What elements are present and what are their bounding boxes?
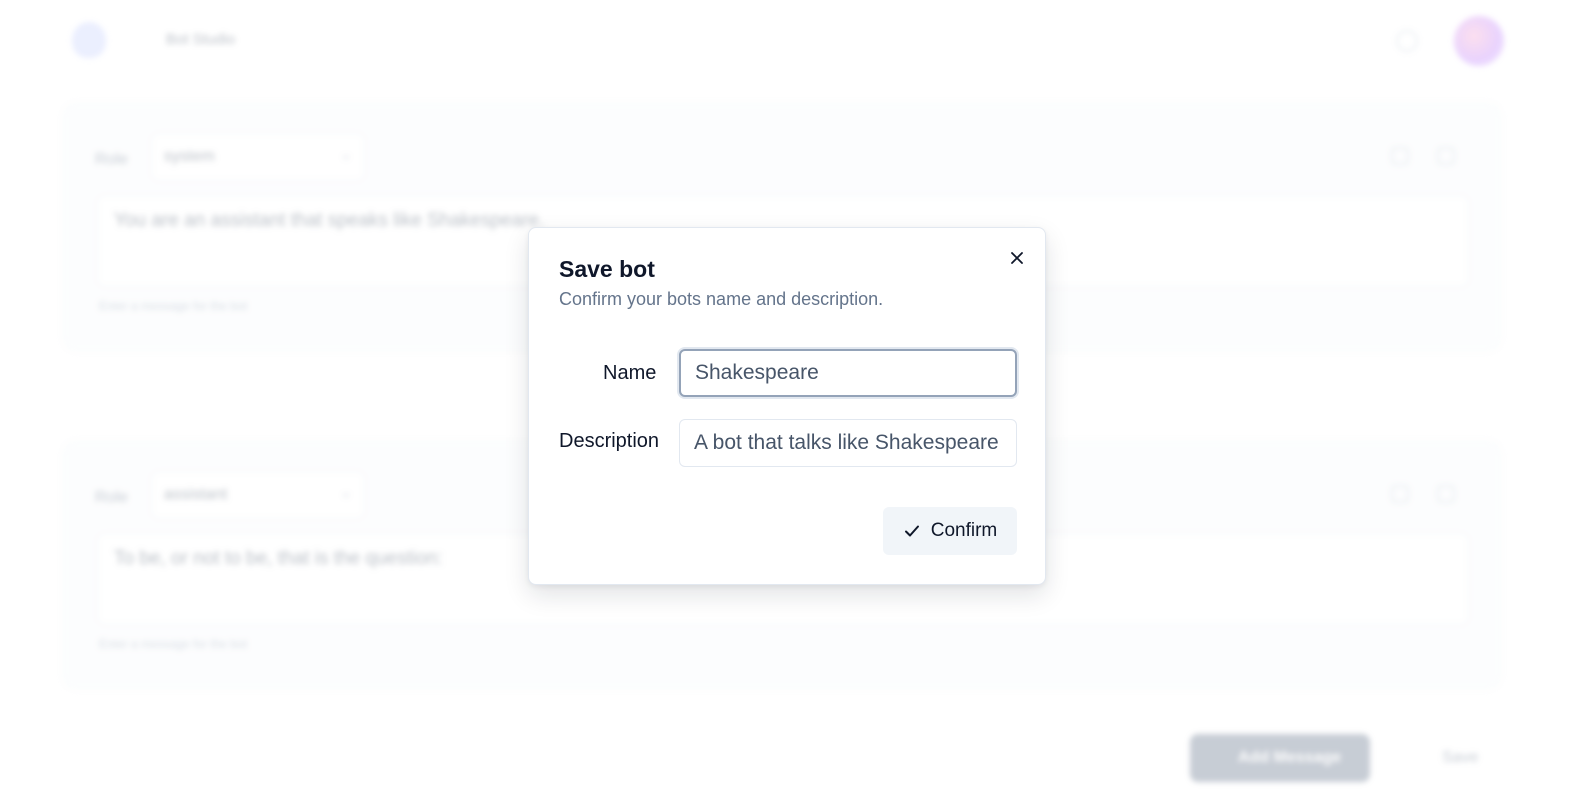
name-input[interactable]: [679, 349, 1017, 397]
name-label: Name: [603, 362, 657, 384]
dialog-description: Confirm your bots name and description.: [559, 289, 884, 309]
confirm-label: Confirm: [930, 520, 998, 541]
close-button[interactable]: [1005, 246, 1029, 270]
dialog-title: Save bot: [559, 256, 655, 282]
description-input[interactable]: [679, 419, 1017, 467]
description-label: Description: [559, 430, 660, 452]
close-icon: [1011, 252, 1023, 264]
confirm-button[interactable]: Confirm: [883, 507, 1017, 555]
check-icon: [904, 525, 919, 537]
save-bot-dialog: Save bot Confirm your bots name and desc…: [528, 227, 1046, 585]
